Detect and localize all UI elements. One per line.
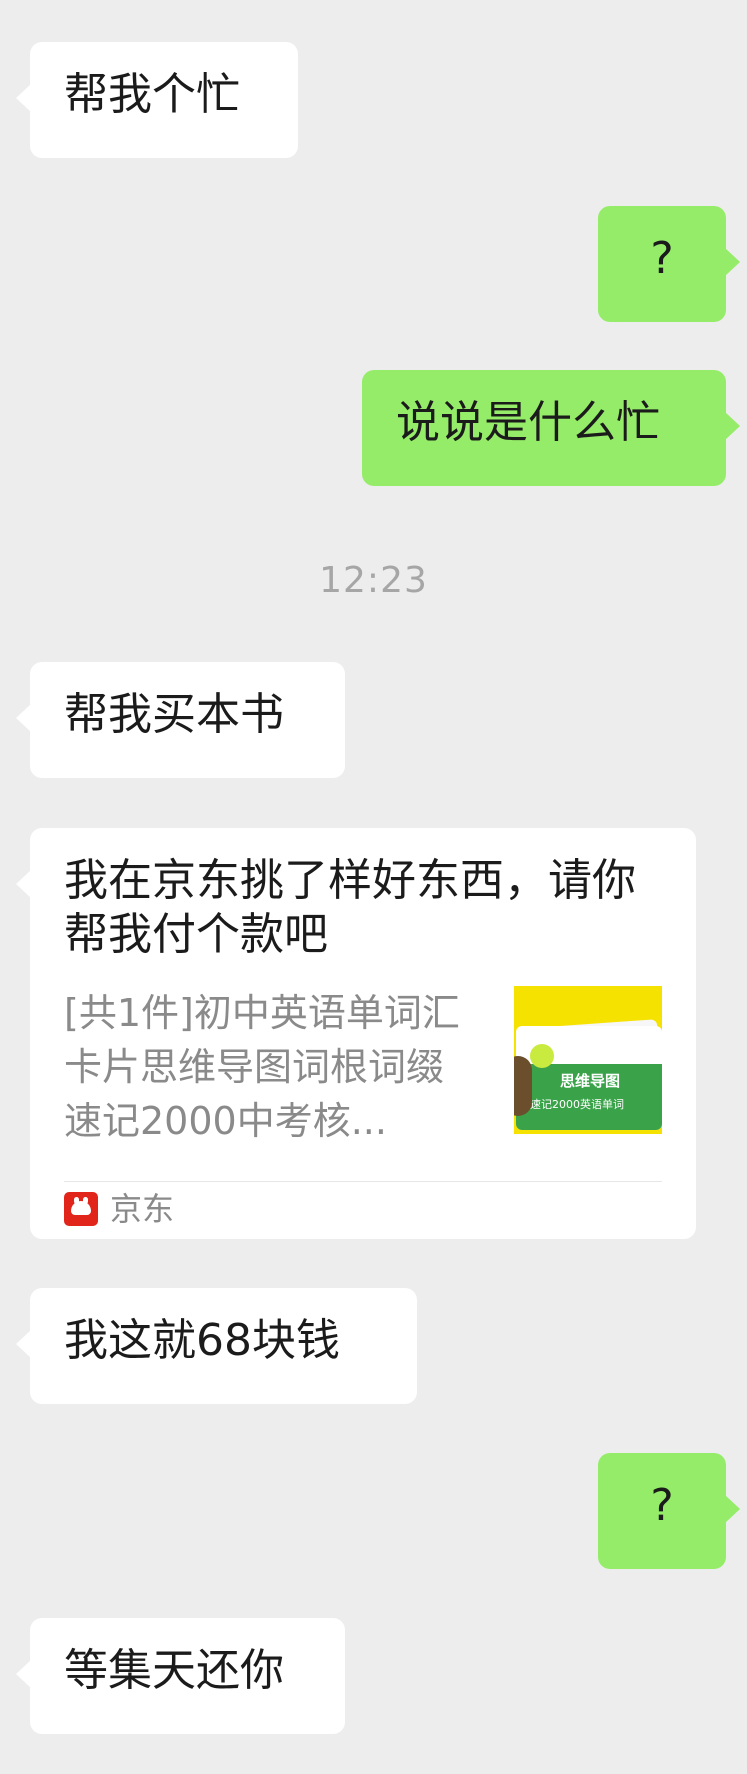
message-timestamp: 12:23 (319, 560, 428, 601)
message-text: ? (650, 233, 674, 284)
card-source-label: 京东 (110, 1190, 175, 1228)
product-flashcards-image: 思维导图 速记2000英语单词 (514, 986, 662, 1134)
message-bubble-incoming[interactable]: 帮我买本书 (16, 662, 345, 778)
card-description: [共1件]初中英语单词汇卡片思维导图词根词缀速记2000中考核... (64, 991, 460, 1143)
message-bubble-incoming[interactable]: 等集天还你 (16, 1618, 345, 1734)
message-bubble-incoming[interactable]: 帮我个忙 (16, 42, 298, 158)
card-divider (64, 1181, 662, 1182)
message-text: ? (650, 1480, 674, 1531)
card-title: 我在京东挑了样好东西，请你帮我付个款吧 (64, 855, 636, 960)
message-text: 帮我个忙 (64, 69, 240, 120)
thumb-subtitle: 速记2000英语单词 (530, 1098, 624, 1111)
message-text: 帮我买本书 (64, 689, 284, 740)
message-bubble-outgoing[interactable]: ? (598, 206, 740, 322)
thumb-hand (514, 1056, 532, 1116)
message-bubble-incoming[interactable]: 我这就68块钱 (16, 1288, 417, 1404)
message-text: 等集天还你 (64, 1645, 284, 1696)
thumb-title: 思维导图 (560, 1072, 621, 1090)
thumb-flashcard: 思维导图 速记2000英语单词 (516, 1026, 662, 1130)
message-text: 我这就68块钱 (64, 1315, 340, 1366)
message-text: 说说是什么忙 (396, 397, 660, 448)
message-bubble-outgoing[interactable]: 说说是什么忙 (362, 370, 740, 486)
jd-logo-icon (64, 1192, 98, 1226)
lightbulb-icon (530, 1044, 554, 1068)
message-bubble-outgoing[interactable]: ? (598, 1453, 740, 1569)
jd-payment-request-card[interactable]: 我在京东挑了样好东西，请你帮我付个款吧 [共1件]初中英语单词汇卡片思维导图词根… (16, 828, 696, 1239)
